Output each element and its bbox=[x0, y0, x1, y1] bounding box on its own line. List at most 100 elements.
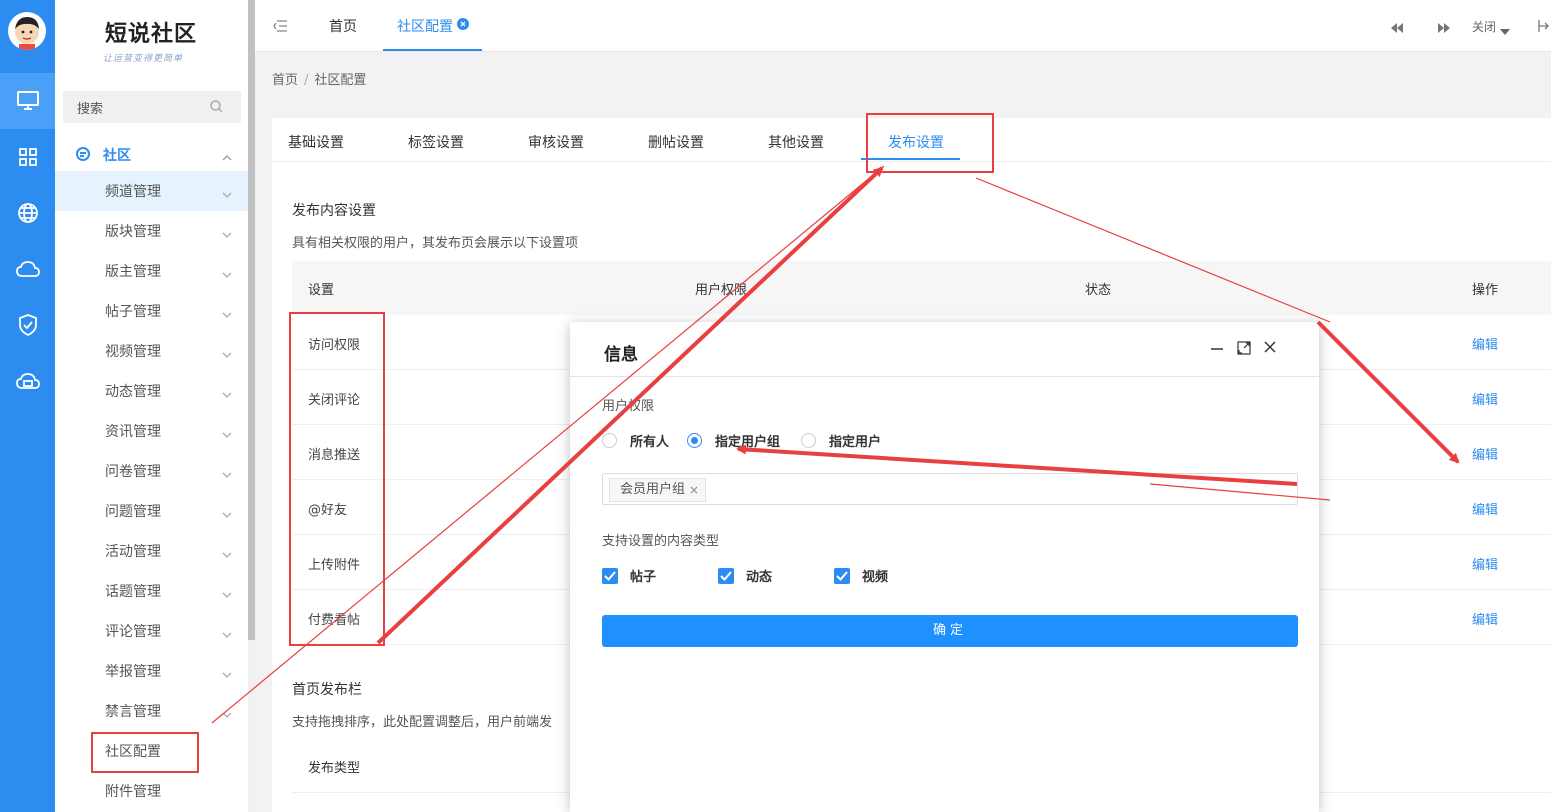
close-tabs-button[interactable]: 关闭 bbox=[1472, 18, 1496, 35]
menu-item-topic[interactable]: 话题管理 bbox=[55, 571, 248, 611]
menu-item-comment[interactable]: 评论管理 bbox=[55, 611, 248, 651]
radio-label: 指定用户 bbox=[829, 435, 882, 450]
grid-icon[interactable] bbox=[0, 129, 55, 185]
monitor-icon[interactable] bbox=[0, 73, 55, 129]
col-status: 状态 bbox=[1085, 283, 1112, 298]
cloud-storage-icon[interactable] bbox=[0, 353, 55, 409]
menu-item-label: 禁言管理 bbox=[105, 704, 161, 720]
cloud-icon[interactable] bbox=[0, 241, 55, 297]
menu-item-board[interactable]: 版块管理 bbox=[55, 211, 248, 251]
chevron-down-icon bbox=[222, 626, 232, 642]
chevron-down-icon bbox=[222, 706, 232, 722]
menu-item-question[interactable]: 问题管理 bbox=[55, 491, 248, 531]
radio-label: 指定用户组 bbox=[715, 435, 781, 450]
menu-item-label: 动态管理 bbox=[105, 384, 161, 400]
radio-everyone[interactable]: 所有人 bbox=[602, 431, 669, 450]
search-placeholder: 搜索 bbox=[77, 102, 104, 117]
menu-item-label: 附件管理 bbox=[105, 784, 161, 800]
scroll-left-icon[interactable] bbox=[1391, 21, 1403, 37]
confirm-button[interactable]: 确定 bbox=[602, 615, 1298, 647]
radio-circle[interactable] bbox=[602, 433, 617, 448]
avatar[interactable] bbox=[8, 12, 46, 50]
logout-icon[interactable] bbox=[1537, 19, 1549, 37]
info-modal: 信息 用户权限 所有人 指定用户组 指定用户 会员用户组 × 支持设置的内容类型 … bbox=[570, 322, 1319, 812]
chevron-down-icon bbox=[222, 546, 232, 562]
breadcrumb-separator: / bbox=[304, 73, 309, 88]
menu-item-activity[interactable]: 活动管理 bbox=[55, 531, 248, 571]
menu-sidebar: 短说社区 让运营变得更简单 搜索 社区 频道管理 版块管理 版主管理 帖子管理 … bbox=[55, 0, 248, 812]
brand-logo: 短说社区 bbox=[105, 21, 198, 47]
shield-icon[interactable] bbox=[0, 297, 55, 353]
edit-link[interactable]: 编辑 bbox=[1472, 609, 1498, 628]
menu-item-label: 举报管理 bbox=[105, 664, 161, 680]
breadcrumb-home[interactable]: 首页 bbox=[272, 73, 298, 88]
radio-user-group[interactable]: 指定用户组 bbox=[687, 431, 780, 450]
radio-circle[interactable] bbox=[687, 433, 702, 448]
sidebar-scrollbar[interactable] bbox=[248, 0, 255, 640]
chevron-up-icon bbox=[222, 149, 232, 165]
close-icon[interactable] bbox=[1264, 341, 1276, 357]
menu-item-video[interactable]: 视频管理 bbox=[55, 331, 248, 371]
brand-slogan: 让运营变得更简单 bbox=[103, 54, 184, 64]
radio-specific-user[interactable]: 指定用户 bbox=[801, 431, 881, 450]
chevron-down-icon bbox=[222, 426, 232, 442]
menu-search-input[interactable]: 搜索 bbox=[63, 91, 241, 123]
subtab-basic[interactable]: 基础设置 bbox=[288, 132, 344, 152]
menu-item-label: 问题管理 bbox=[105, 504, 161, 520]
menu-item-channel[interactable]: 频道管理 bbox=[55, 171, 248, 211]
annotation-box-menu bbox=[91, 732, 199, 773]
menu-group-community[interactable]: 社区 bbox=[55, 140, 248, 168]
icon-rail bbox=[0, 0, 55, 812]
menu-item-post[interactable]: 帖子管理 bbox=[55, 291, 248, 331]
subtab-review[interactable]: 审核设置 bbox=[528, 132, 584, 152]
menu-item-survey[interactable]: 问卷管理 bbox=[55, 451, 248, 491]
menu-item-mute[interactable]: 禁言管理 bbox=[55, 691, 248, 731]
collapse-menu-icon[interactable] bbox=[273, 20, 287, 36]
subtab-tags[interactable]: 标签设置 bbox=[408, 132, 464, 152]
menu-item-moderator[interactable]: 版主管理 bbox=[55, 251, 248, 291]
checkbox-video[interactable]: 视频 bbox=[834, 566, 888, 585]
menu-item-label: 帖子管理 bbox=[105, 304, 161, 320]
col-action: 操作 bbox=[1472, 283, 1499, 298]
user-group-select[interactable]: 会员用户组 × bbox=[602, 473, 1298, 505]
annotation-box-settings bbox=[289, 312, 385, 646]
globe-icon[interactable] bbox=[0, 185, 55, 241]
caret-down-icon[interactable] bbox=[1500, 23, 1510, 39]
table-header: 设置 用户权限 状态 操作 bbox=[292, 261, 1551, 315]
subtab-other[interactable]: 其他设置 bbox=[768, 132, 824, 152]
edit-link[interactable]: 编辑 bbox=[1472, 554, 1498, 573]
checkbox-checked-icon[interactable] bbox=[834, 567, 850, 584]
checkbox-post[interactable]: 帖子 bbox=[602, 566, 656, 585]
selected-tag: 会员用户组 × bbox=[609, 478, 707, 502]
tag-remove-icon[interactable]: × bbox=[689, 479, 699, 501]
maximize-icon[interactable] bbox=[1237, 341, 1251, 359]
modal-header-divider bbox=[570, 376, 1319, 377]
close-tab-icon[interactable] bbox=[457, 18, 469, 34]
menu-item-feed[interactable]: 动态管理 bbox=[55, 371, 248, 411]
tab-home[interactable]: 首页 bbox=[329, 16, 357, 36]
menu-item-news[interactable]: 资讯管理 bbox=[55, 411, 248, 451]
radio-label: 所有人 bbox=[630, 435, 670, 450]
edit-link[interactable]: 编辑 bbox=[1472, 334, 1498, 353]
content-types-label: 支持设置的内容类型 bbox=[602, 534, 720, 549]
minimize-icon[interactable] bbox=[1210, 341, 1224, 359]
permission-label: 用户权限 bbox=[602, 399, 655, 414]
scroll-right-icon[interactable] bbox=[1438, 21, 1450, 37]
menu-item-label: 视频管理 bbox=[105, 344, 161, 360]
checkbox-feed[interactable]: 动态 bbox=[718, 566, 772, 585]
chevron-down-icon bbox=[222, 186, 232, 202]
menu-item-label: 问卷管理 bbox=[105, 464, 161, 480]
menu-item-report[interactable]: 举报管理 bbox=[55, 651, 248, 691]
menu-item-attachment[interactable]: 附件管理 bbox=[55, 771, 248, 811]
col-publish-type: 发布类型 bbox=[308, 761, 361, 776]
edit-link[interactable]: 编辑 bbox=[1472, 389, 1498, 408]
search-icon[interactable] bbox=[210, 100, 223, 117]
subtab-delete[interactable]: 删帖设置 bbox=[648, 132, 704, 152]
edit-link[interactable]: 编辑 bbox=[1472, 499, 1498, 518]
edit-link[interactable]: 编辑 bbox=[1472, 444, 1498, 463]
menu-group-label: 社区 bbox=[103, 148, 131, 164]
checkbox-checked-icon[interactable] bbox=[718, 567, 734, 584]
radio-circle[interactable] bbox=[801, 433, 816, 448]
checkbox-checked-icon[interactable] bbox=[602, 567, 618, 584]
tab-community-config[interactable]: 社区配置 bbox=[397, 16, 453, 36]
